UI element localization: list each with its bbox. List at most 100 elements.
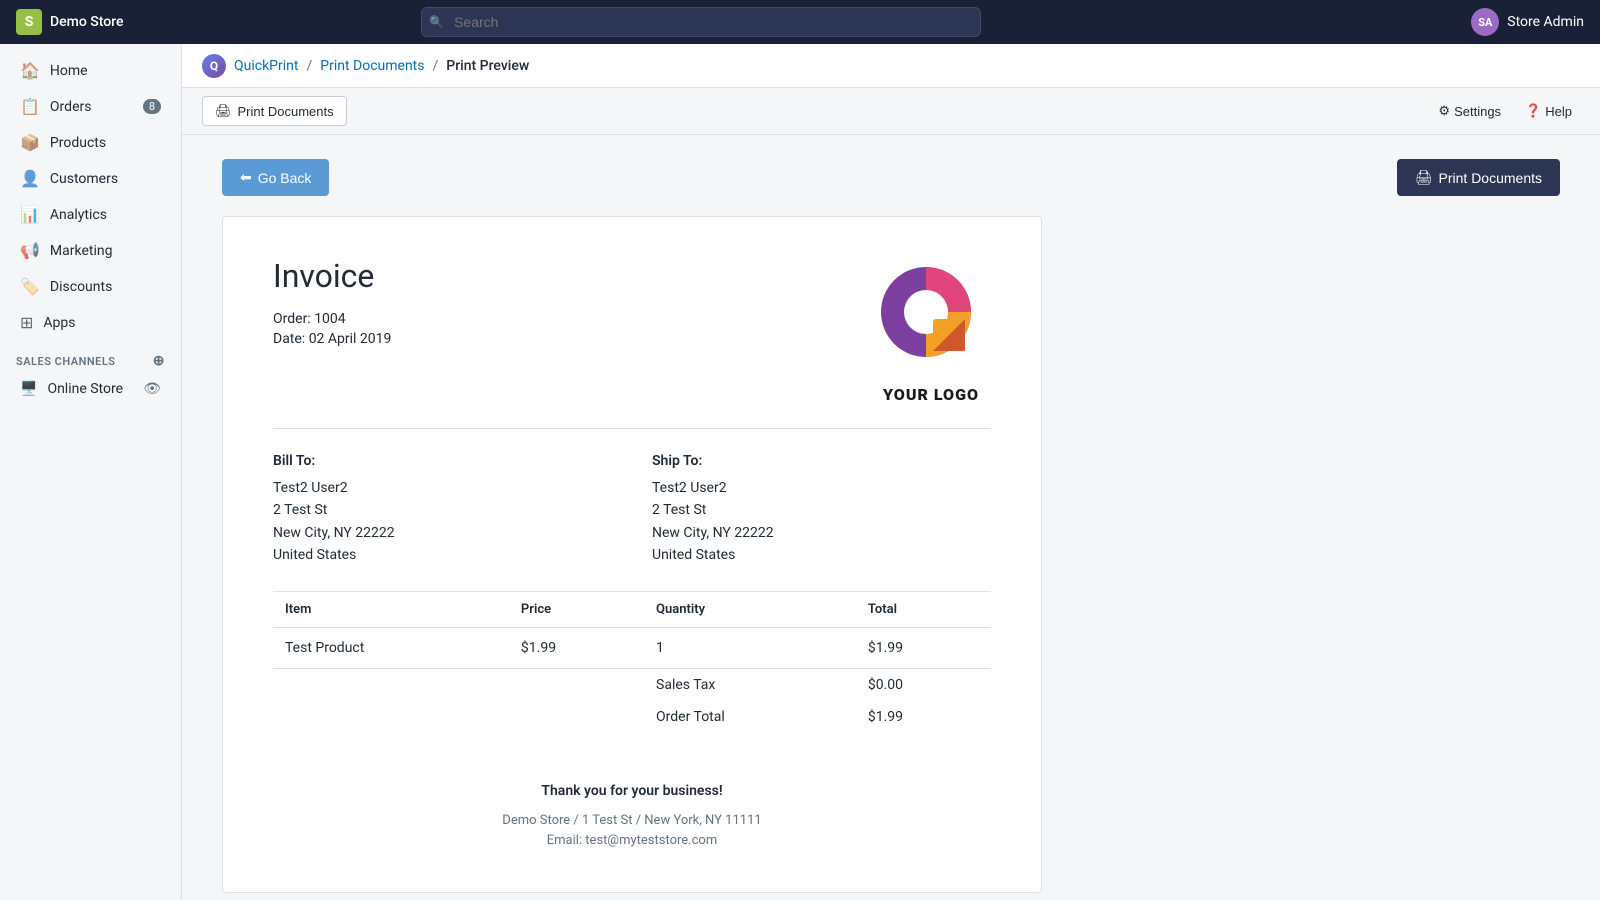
settings-label: Settings: [1454, 104, 1501, 119]
breadcrumb-quickprint[interactable]: QuickPrint: [234, 58, 298, 74]
date-label: Date:: [273, 331, 305, 347]
table-row: Test Product $1.99 1 $1.99: [273, 627, 991, 668]
col-header-price: Price: [509, 591, 644, 627]
breadcrumb-current: Print Preview: [446, 58, 529, 74]
store-icon: S: [16, 9, 42, 35]
bill-to-name: Test2 User2: [273, 477, 612, 499]
toolbar: 🖨 Print Documents ⚙ Settings ❓ Help: [182, 88, 1600, 135]
ship-to-city: New City, NY 22222: [652, 522, 991, 544]
sidebar-label-customers: Customers: [50, 171, 118, 187]
sidebar-item-products[interactable]: 📦 Products: [4, 125, 177, 160]
logo-area: YOUR LOGO: [871, 257, 991, 404]
apps-icon: ⊞: [20, 313, 33, 332]
printer-icon: 🖨: [215, 103, 232, 119]
user-name: Store Admin: [1507, 14, 1584, 30]
sales-channels-section: SALES CHANNELS ⊕: [0, 341, 181, 373]
sub-header: Q QuickPrint / Print Documents / Print P…: [182, 44, 1600, 88]
marketing-icon: 📢: [20, 241, 40, 260]
sidebar-label-discounts: Discounts: [50, 279, 112, 295]
sidebar-item-online-store[interactable]: 🖥️ Online Store 👁: [4, 374, 177, 404]
cell-item-price: $1.99: [509, 627, 644, 668]
sidebar-item-home[interactable]: 🏠 Home: [4, 53, 177, 88]
bill-to-street: 2 Test St: [273, 499, 612, 521]
top-nav: S Demo Store SA Store Admin: [0, 0, 1600, 44]
invoice-header: Invoice Order: 1004 Date: 02 April 2019: [273, 257, 991, 429]
discounts-icon: 🏷️: [20, 277, 40, 296]
print-documents-nav-button[interactable]: 🖨 Print Documents: [202, 96, 347, 126]
print-docs-icon: 🖨: [1415, 169, 1433, 186]
col-header-item: Item: [273, 591, 509, 627]
cell-item-name: Test Product: [273, 627, 509, 668]
sales-channels-title: SALES CHANNELS: [16, 355, 116, 368]
order-total-label: Order Total: [644, 701, 856, 733]
store-info-text: Demo Store / 1 Test St / New York, NY 11…: [273, 811, 991, 832]
ship-to-street: 2 Test St: [652, 499, 991, 521]
bill-to-country: United States: [273, 544, 612, 566]
sidebar-item-analytics[interactable]: 📊 Analytics: [4, 197, 177, 232]
orders-badge: 8: [143, 99, 161, 114]
main-content: ⬅ Go Back 🖨 Print Documents Invoice Orde…: [182, 135, 1600, 900]
sidebar-label-orders: Orders: [50, 99, 92, 115]
help-label: Help: [1545, 104, 1572, 119]
breadcrumb-print-documents[interactable]: Print Documents: [320, 58, 424, 74]
invoice-meta: Order: 1004 Date: 02 April 2019: [273, 311, 391, 347]
sidebar-label-online-store: Online Store: [47, 381, 123, 397]
print-documents-nav-label: Print Documents: [238, 104, 334, 119]
cell-item-total: $1.99: [856, 627, 991, 668]
avatar[interactable]: SA: [1471, 8, 1499, 36]
analytics-icon: 📊: [20, 205, 40, 224]
online-store-eye-icon[interactable]: 👁: [143, 381, 161, 397]
sidebar-item-apps[interactable]: ⊞ Apps: [4, 305, 177, 340]
sales-tax-label: Sales Tax: [644, 668, 856, 701]
ship-to-block: Ship To: Test2 User2 2 Test St New City,…: [652, 453, 991, 567]
ship-to-label: Ship To:: [652, 453, 991, 469]
sidebar-label-home: Home: [50, 63, 88, 79]
search-bar-wrapper: [421, 7, 981, 37]
home-icon: 🏠: [20, 61, 40, 80]
quickprint-app-icon: Q: [202, 54, 226, 78]
user-area: SA Store Admin: [1471, 8, 1584, 36]
products-icon: 📦: [20, 133, 40, 152]
email-text: Email: test@myteststore.com: [273, 831, 991, 852]
sidebar-label-products: Products: [50, 135, 106, 151]
thank-you-text: Thank you for your business!: [273, 783, 991, 799]
settings-button[interactable]: ⚙ Settings: [1430, 97, 1509, 125]
sidebar-label-apps: Apps: [43, 315, 75, 331]
action-bar: ⬅ Go Back 🖨 Print Documents: [222, 159, 1560, 196]
sales-tax-value: $0.00: [856, 668, 991, 701]
help-button[interactable]: ❓ Help: [1517, 97, 1580, 125]
sidebar-label-marketing: Marketing: [50, 243, 113, 259]
order-label: Order:: [273, 311, 311, 327]
cell-item-qty: 1: [644, 627, 856, 668]
breadcrumb-sep-2: /: [433, 58, 439, 74]
add-sales-channel-icon[interactable]: ⊕: [153, 353, 165, 369]
sidebar-item-orders[interactable]: 📋 Orders 8: [4, 89, 177, 124]
invoice-order: Order: 1004: [273, 311, 391, 327]
breadcrumb-sep-1: /: [306, 58, 312, 74]
go-back-button[interactable]: ⬅ Go Back: [222, 159, 329, 196]
bill-to-city: New City, NY 22222: [273, 522, 612, 544]
invoice-date: Date: 02 April 2019: [273, 331, 391, 347]
logo-text: YOUR LOGO: [871, 385, 991, 404]
col-header-quantity: Quantity: [644, 591, 856, 627]
settings-icon: ⚙: [1438, 103, 1450, 119]
bill-to-block: Bill To: Test2 User2 2 Test St New City,…: [273, 453, 612, 567]
store-name: Demo Store: [50, 14, 124, 30]
go-back-label: Go Back: [258, 170, 312, 186]
print-documents-label: Print Documents: [1439, 170, 1542, 186]
store-brand[interactable]: S Demo Store: [16, 9, 176, 35]
breadcrumb: Q QuickPrint / Print Documents / Print P…: [202, 54, 529, 78]
print-documents-button[interactable]: 🖨 Print Documents: [1397, 159, 1560, 196]
sidebar-item-marketing[interactable]: 📢 Marketing: [4, 233, 177, 268]
orders-icon: 📋: [20, 97, 40, 116]
company-logo: [871, 257, 991, 377]
sales-tax-row: Sales Tax $0.00: [273, 668, 991, 701]
order-number: 1004: [314, 311, 345, 327]
content-area: Q QuickPrint / Print Documents / Print P…: [182, 44, 1600, 900]
search-input[interactable]: [421, 7, 981, 37]
sidebar-item-discounts[interactable]: 🏷️ Discounts: [4, 269, 177, 304]
invoice-title: Invoice: [273, 257, 391, 295]
order-total-row: Order Total $1.99: [273, 701, 991, 733]
go-back-icon: ⬅: [240, 169, 252, 186]
sidebar-item-customers[interactable]: 👤 Customers: [4, 161, 177, 196]
